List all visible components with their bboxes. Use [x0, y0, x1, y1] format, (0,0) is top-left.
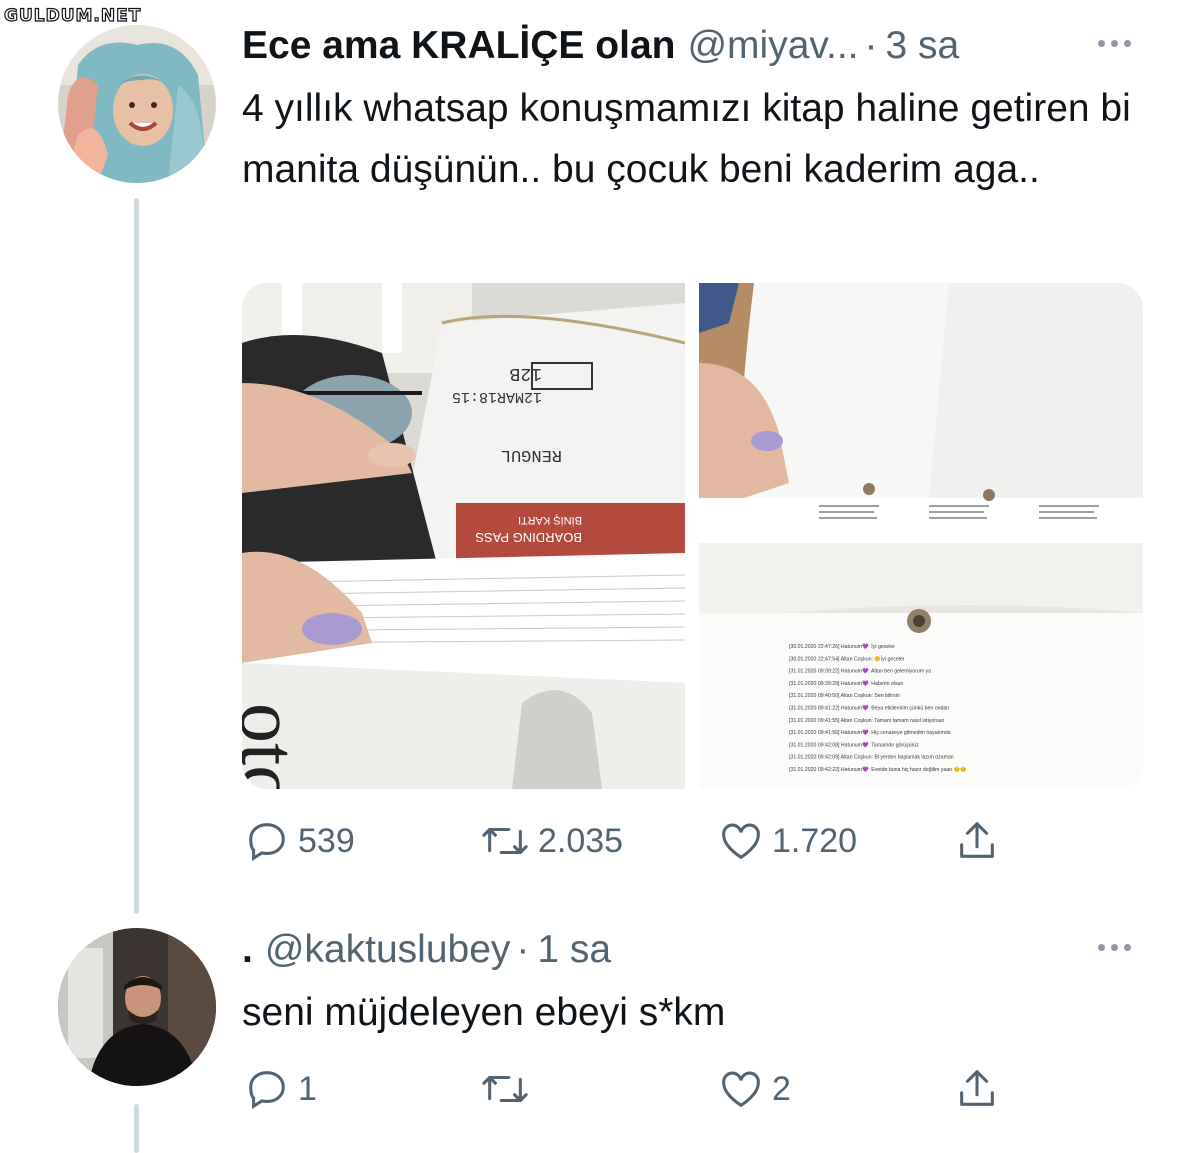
thread-connector-line-bottom [134, 1104, 139, 1153]
chat-log-line: [31.01.2020 09:39:29] Hatunum💜: Haberin … [789, 680, 903, 687]
share-icon [960, 1070, 994, 1106]
retweet-icon [482, 1075, 528, 1103]
thread-connector-line [134, 198, 139, 914]
chat-log-line: [31.01.2020 09:42:08] Hatunum💜: Tamamdır… [789, 741, 919, 748]
reply-share-button[interactable] [954, 1066, 1000, 1112]
reply-reply-count: 1 [298, 1069, 317, 1108]
reply-more-options-icon[interactable] [1098, 944, 1131, 951]
seat-label: 12B [509, 363, 542, 383]
reply-author-display-name[interactable]: . [242, 928, 253, 972]
reply-author-handle[interactable]: @kaktuslubey [265, 928, 511, 972]
reply-header: . @kaktuslubey · 1 sa [242, 928, 611, 972]
like-button[interactable]: 1.720 [718, 818, 857, 864]
reply-like-count: 2 [772, 1069, 791, 1108]
reply-reply-button[interactable]: 1 [244, 1066, 317, 1112]
separator-dot: · [864, 24, 878, 67]
author-handle[interactable]: @miyav... [687, 24, 858, 68]
media-photo-chat-log[interactable]: [30.01.2020 22:47:26] Hatunum💜: İyi gece… [699, 543, 1143, 789]
reply-retweet-button[interactable] [480, 1066, 538, 1112]
chat-log-line: [31.01.2020 09:41:22] Hatunum💜: Beya etk… [789, 705, 949, 712]
boarding-pass-label: BOARDING PASS [475, 530, 582, 545]
reply-count: 539 [298, 821, 355, 860]
chat-log-line: [30.01.2020 22:47:26] Hatunum💜: İyi gece… [789, 643, 895, 650]
chat-log-line: [31.01.2020 09:42:22] Hatunum💜: Evetde b… [789, 766, 967, 773]
chat-log-line: [30.01.2020 22:47:54] Altan Coşkun: 🙂İyi… [789, 655, 905, 662]
retweet-count: 2.035 [538, 821, 624, 860]
reply-icon [249, 823, 285, 862]
svg-text:otc: otc [242, 703, 312, 789]
media-photo-boarding-pass[interactable]: BOARDING PASS BİNİŞ KARTI RENGUL 12B 12M… [242, 283, 686, 789]
retweet-button[interactable]: 2.035 [480, 818, 623, 864]
media-photo-book-pages[interactable] [699, 283, 1143, 529]
separator-dot: · [516, 928, 530, 971]
more-options-icon[interactable] [1098, 40, 1131, 47]
reply-button[interactable]: 539 [244, 818, 355, 864]
heart-icon [722, 1071, 760, 1108]
tweet-timestamp[interactable]: 3 sa [886, 24, 960, 68]
share-button[interactable] [954, 818, 1000, 864]
author-avatar[interactable] [58, 25, 216, 183]
tweet-header: Ece ama KRALİÇE olan @miyav... · 3 sa [242, 24, 959, 68]
share-icon [960, 822, 994, 858]
date-label: 12MAR18:15 [452, 388, 542, 405]
reply-icon [249, 1071, 285, 1110]
chat-log-line: [31.01.2020 09:42:09] Altan Coşkun: Bi y… [789, 755, 954, 761]
tweet-media-grid[interactable]: BOARDING PASS BİNİŞ KARTI RENGUL 12B 12M… [242, 283, 1143, 789]
binis-karti-label: BİNİŞ KARTI [518, 514, 582, 527]
passenger-name-label: RENGUL [501, 445, 562, 464]
chat-log-line: [31.01.2020 09:40:50] Altan Coşkun: Sen … [789, 693, 900, 699]
reply-text: seni müjdeleyen ebeyi s*km [242, 991, 726, 1034]
like-count: 1.720 [772, 821, 858, 860]
chat-log-line: [31.01.2020 09:41:56] Hatunum💜: Hiç cena… [789, 729, 951, 736]
author-display-name[interactable]: Ece ama KRALİÇE olan [242, 24, 675, 68]
reply-like-button[interactable]: 2 [718, 1066, 791, 1112]
retweet-icon [482, 827, 528, 855]
chat-log-line: [31.01.2020 09:41:55] Altan Coşkun: Tama… [789, 718, 944, 724]
site-watermark: GULDUM.NET [3, 5, 142, 26]
chat-log-line: [31.01.2020 09:39:22] Hatunum💜: Altan be… [789, 668, 931, 675]
tweet-text: 4 yıllık whatsap konuşmamızı kitap halin… [242, 87, 1131, 191]
reply-timestamp[interactable]: 1 sa [537, 928, 611, 972]
reply-author-avatar[interactable] [58, 928, 216, 1086]
heart-icon [722, 823, 760, 860]
